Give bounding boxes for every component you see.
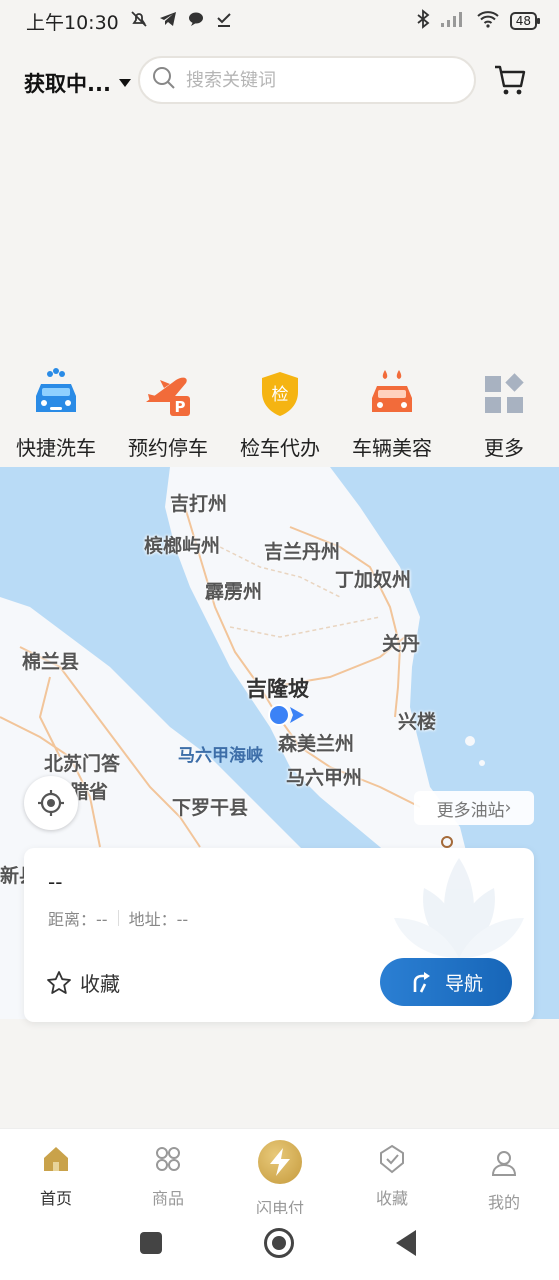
service-car-beauty[interactable]: 车辆美容	[336, 366, 448, 461]
battery-icon: 48	[509, 12, 541, 30]
map-label: 森美兰州	[278, 733, 355, 755]
star-outline-icon	[47, 970, 71, 994]
map-label: 丁加奴州	[335, 569, 412, 591]
navigate-label: 导航	[444, 972, 483, 995]
service-label: 预约停车	[128, 436, 208, 460]
location-selector[interactable]: 获取中...	[24, 68, 131, 98]
service-grid: 快捷洗车 P 预约停车 检 检车代办 车辆美容 更多	[0, 366, 559, 466]
station-meta: 距离：-- 地址：--	[48, 906, 188, 930]
home-button[interactable]	[264, 1228, 294, 1258]
bluetooth-icon	[416, 8, 430, 34]
map-label: 马六甲州	[286, 767, 363, 789]
lotus-watermark-icon	[394, 858, 524, 958]
service-label: 更多	[484, 436, 524, 460]
locate-button[interactable]	[24, 776, 78, 830]
crosshair-icon	[38, 790, 64, 816]
chat-icon	[187, 10, 205, 33]
back-button[interactable]	[396, 1230, 416, 1256]
parking-icon: P	[140, 366, 196, 422]
tab-mine[interactable]: 我的	[464, 1147, 544, 1213]
bottom-tab-bar: 首页 商品 闪电付 收藏 我的	[0, 1128, 559, 1218]
signal-icon	[440, 10, 466, 33]
tab-favorites[interactable]: 收藏	[352, 1143, 432, 1209]
service-parking[interactable]: P 预约停车	[112, 366, 224, 461]
tab-flash-pay[interactable]: 闪电付	[240, 1129, 320, 1219]
system-navigation-bar	[0, 1214, 559, 1280]
user-location-marker	[268, 704, 290, 726]
map-label: 吉兰丹州	[264, 541, 341, 563]
tab-label: 收藏	[375, 1189, 408, 1208]
caret-down-icon	[118, 79, 131, 87]
status-time: 上午10:30	[26, 11, 119, 34]
map-label: 北苏门答	[44, 753, 121, 775]
svg-text:检: 检	[272, 385, 289, 405]
search-input[interactable]	[186, 69, 456, 91]
station-name: --	[48, 870, 63, 894]
divider	[117, 910, 119, 926]
status-bar: 上午10:30 48	[0, 0, 559, 42]
tab-label: 我的	[487, 1193, 520, 1212]
more-stations-button[interactable]: 更多油站 ›	[414, 791, 534, 825]
lightning-icon	[258, 1140, 302, 1184]
service-more[interactable]: 更多	[448, 366, 559, 461]
more-grid-icon	[476, 366, 532, 422]
more-stations-label: 更多油站	[436, 800, 505, 821]
top-header: 获取中...	[0, 56, 559, 106]
telegram-icon	[159, 10, 177, 33]
map-label: 下罗干县	[172, 797, 249, 819]
user-icon	[491, 1151, 517, 1176]
map-label: 吉打州	[170, 493, 228, 515]
map-label: 关丹	[382, 633, 421, 655]
cart-icon[interactable]	[492, 62, 528, 98]
tab-label: 首页	[39, 1189, 72, 1208]
tab-home[interactable]: 首页	[16, 1143, 96, 1209]
navigate-button[interactable]: 导航	[380, 958, 512, 1006]
favorite-label: 收藏	[80, 972, 120, 996]
service-label: 检车代办	[240, 436, 320, 460]
car-wash-icon	[28, 366, 84, 422]
search-icon	[152, 66, 176, 94]
station-distance: 距离：--	[48, 910, 108, 929]
wifi-icon	[476, 10, 500, 33]
heading-arrow-icon	[290, 707, 304, 723]
map-label: 兴楼	[398, 711, 437, 733]
service-label: 快捷洗车	[16, 436, 96, 460]
home-icon	[44, 1147, 68, 1171]
mute-bell-icon	[129, 9, 149, 34]
flash-pay-button[interactable]	[247, 1129, 313, 1195]
service-label: 车辆美容	[352, 436, 432, 460]
station-card: -- 距离：-- 地址：-- 收藏 导航	[24, 848, 534, 1022]
favorites-check-icon	[380, 1144, 404, 1174]
service-car-wash[interactable]: 快捷洗车	[0, 366, 112, 461]
service-inspection[interactable]: 检 检车代办	[224, 366, 336, 461]
inspection-icon: 检	[252, 366, 308, 422]
tab-label: 商品	[151, 1189, 184, 1208]
map-label: 霹雳州	[205, 581, 263, 603]
tab-goods[interactable]: 商品	[128, 1143, 208, 1209]
favorite-button[interactable]: 收藏	[46, 968, 120, 997]
download-check-icon	[215, 10, 233, 33]
goods-grid-icon	[156, 1147, 180, 1171]
map-label: 槟榔屿州	[144, 535, 221, 557]
location-label: 获取中...	[24, 72, 111, 96]
route-arrow-icon	[413, 972, 430, 993]
car-beauty-icon	[364, 366, 420, 422]
map-label: 棉兰县	[22, 651, 80, 673]
station-address: 地址：--	[128, 910, 189, 929]
svg-text:P: P	[175, 398, 186, 416]
map-label-capital: 吉隆坡	[246, 677, 309, 701]
recent-apps-button[interactable]	[140, 1232, 162, 1254]
search-box[interactable]	[138, 56, 476, 104]
map-label-sea: 马六甲海峡	[178, 746, 263, 766]
chevron-right-icon: ›	[504, 798, 512, 818]
